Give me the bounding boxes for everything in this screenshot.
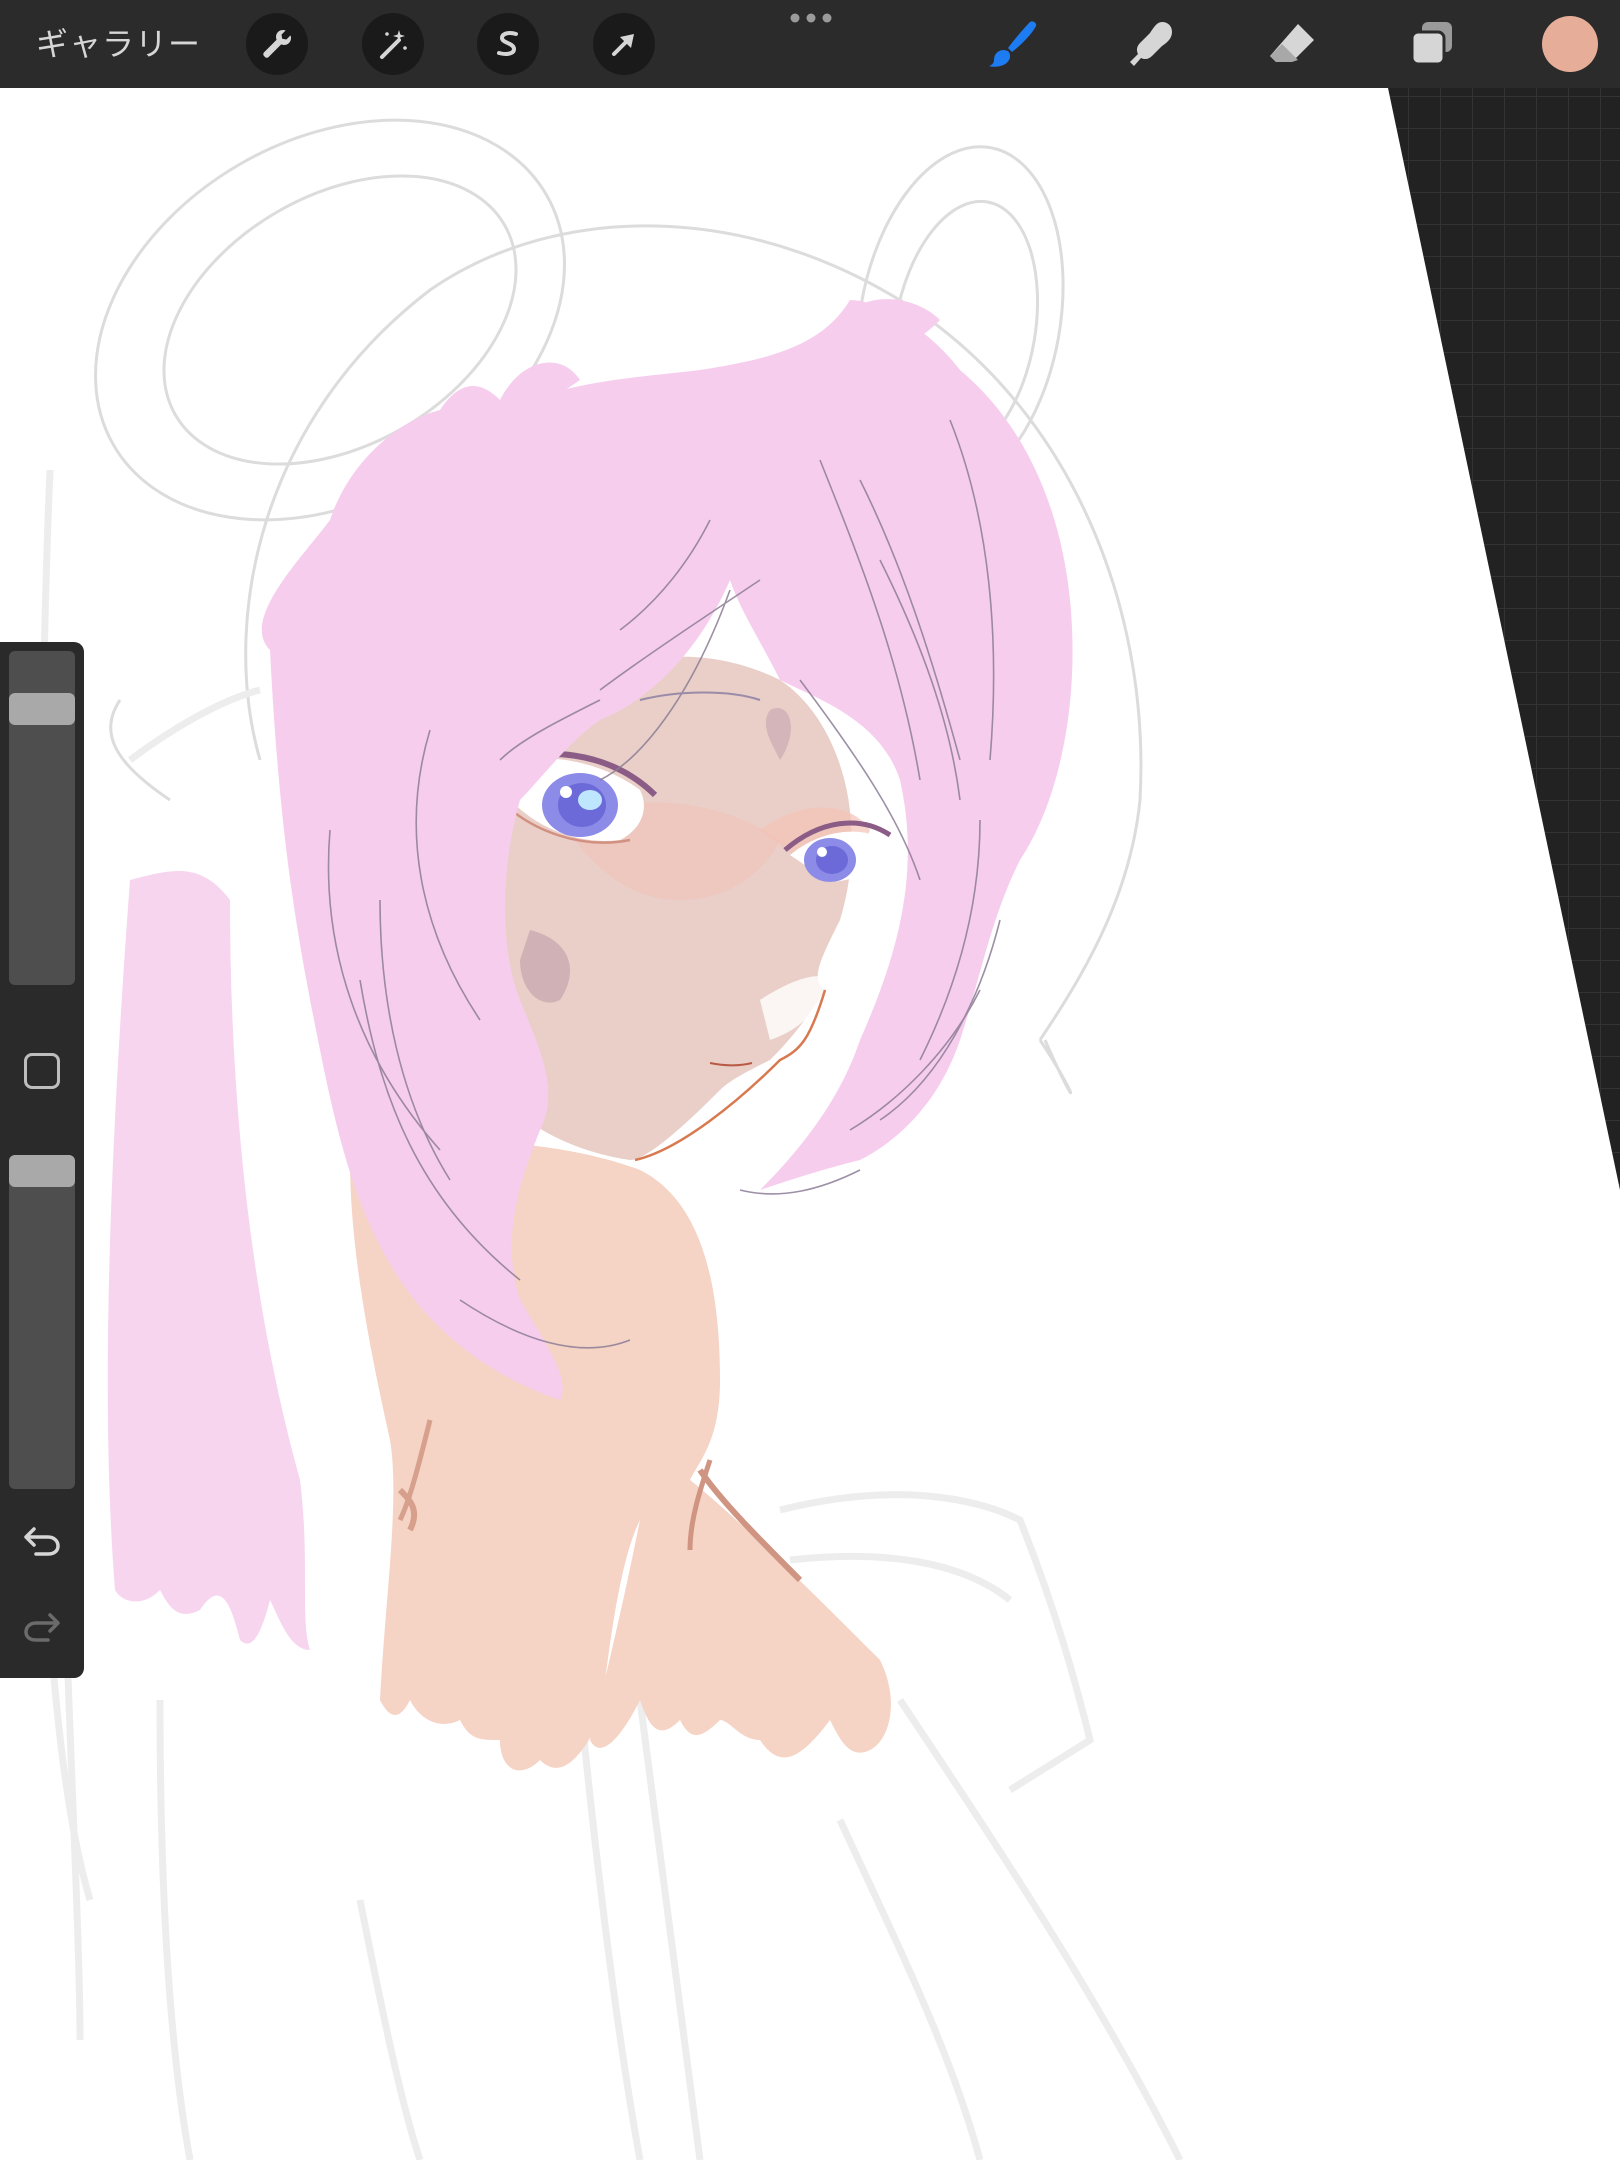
brush-size-slider[interactable]	[9, 651, 75, 985]
eraser-tool-button[interactable]	[1262, 14, 1322, 74]
undo-button[interactable]	[20, 1519, 64, 1563]
canvas-artwork[interactable]	[0, 88, 1620, 2160]
actions-button[interactable]	[246, 13, 308, 75]
selection-button[interactable]	[477, 13, 539, 75]
arrow-cursor-icon	[612, 34, 634, 56]
redo-button[interactable]	[20, 1605, 64, 1649]
redo-icon	[24, 1613, 60, 1642]
ellipsis-icon[interactable]	[786, 8, 836, 28]
magic-wand-icon	[380, 30, 407, 59]
workspace	[0, 0, 1620, 2160]
gallery-button[interactable]: ギャラリー	[36, 20, 201, 68]
color-picker-button[interactable]	[1542, 16, 1598, 72]
brush-size-thumb[interactable]	[9, 693, 75, 725]
layers-button[interactable]	[1402, 14, 1462, 74]
brush-tool-button[interactable]	[982, 14, 1042, 74]
opacity-slider[interactable]	[9, 1155, 75, 1489]
top-toolbar: ギャラリー	[0, 0, 1620, 88]
smudge-tool-button[interactable]	[1122, 14, 1182, 74]
undo-icon	[24, 1527, 60, 1556]
adjustments-button[interactable]	[362, 13, 424, 75]
wrench-icon	[263, 30, 291, 58]
smudge-finger-icon	[1130, 22, 1172, 66]
eraser-icon	[1270, 24, 1314, 62]
square-modify-icon[interactable]	[24, 1053, 60, 1089]
transform-button[interactable]	[593, 13, 655, 75]
layers-icon	[1410, 22, 1452, 66]
selection-s-icon	[497, 31, 518, 56]
opacity-thumb[interactable]	[9, 1155, 75, 1187]
left-sidebar	[0, 642, 84, 1678]
brush-icon	[989, 21, 1037, 67]
